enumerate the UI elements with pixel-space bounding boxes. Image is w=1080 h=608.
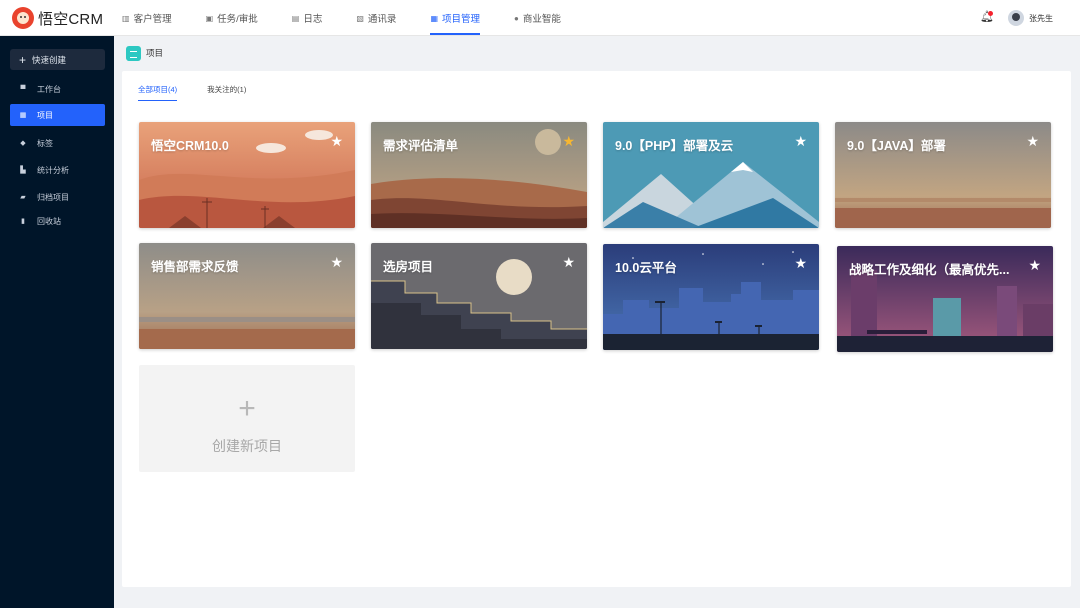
chart-icon: ▙ bbox=[20, 167, 26, 174]
sidebar-item-workbench[interactable]: ▀ 工作台 bbox=[10, 78, 105, 100]
project-tabs: 全部项目(4) 我关注的(1) bbox=[138, 84, 276, 102]
sidebar-item-label: 统计分析 bbox=[37, 165, 69, 175]
star-icon[interactable]: ★ bbox=[1026, 134, 1039, 148]
breadcrumb: 项目 bbox=[126, 45, 163, 61]
nav-item-log[interactable]: ▤ 日志 bbox=[292, 0, 323, 36]
page-title: 项目 bbox=[146, 48, 164, 58]
project-card[interactable]: 9.0【PHP】部署及云 ★ bbox=[603, 122, 819, 228]
nav-label: 商业智能 bbox=[522, 14, 561, 25]
star-icon[interactable]: ★ bbox=[794, 134, 807, 148]
tab-all-projects[interactable]: 全部项目(4) bbox=[138, 84, 178, 101]
contacts-icon: ▧ bbox=[356, 13, 364, 23]
create-project-label: 创建新项目 bbox=[212, 438, 282, 454]
sidebar-item-project[interactable]: ▦ 项目 bbox=[10, 104, 105, 126]
plus-icon: + bbox=[238, 392, 256, 425]
log-icon: ▤ bbox=[291, 13, 300, 23]
nav-label: 任务/审批 bbox=[217, 14, 258, 25]
sidebar-item-tag[interactable]: ◆ 标签 bbox=[10, 132, 105, 154]
nav-item-contacts[interactable]: ▧ 通讯录 bbox=[356, 0, 396, 36]
star-icon[interactable]: ★ bbox=[1028, 258, 1041, 272]
bi-icon: ● bbox=[514, 13, 519, 23]
project-icon bbox=[126, 45, 141, 61]
sidebar-item-trash[interactable]: ▮ 回收站 bbox=[10, 210, 105, 232]
nav-item-bi[interactable]: ● 商业智能 bbox=[514, 0, 561, 36]
project-title: 悟空CRM10.0 bbox=[151, 139, 229, 153]
sidebar-item-label: 项目 bbox=[37, 110, 53, 120]
quick-create-button[interactable]: + 快速创建 bbox=[10, 49, 105, 70]
nav-label: 通讯录 bbox=[367, 14, 397, 25]
project-card[interactable]: 悟空CRM10.0 ★ bbox=[139, 122, 355, 228]
star-icon[interactable]: ★ bbox=[330, 134, 343, 148]
nav-label: 日志 bbox=[303, 14, 323, 25]
tag-icon: ◆ bbox=[20, 140, 26, 147]
star-icon[interactable]: ★ bbox=[330, 255, 343, 269]
plus-icon: + bbox=[19, 52, 27, 67]
main-nav: ▥ 客户管理 ▣ 任务/审批 ▤ 日志 ▧ 通讯录 ▦ 项目管理 ● 商业智能 bbox=[122, 0, 595, 36]
nav-item-customer[interactable]: ▥ 客户管理 bbox=[122, 0, 172, 36]
project-title: 销售部需求反馈 bbox=[151, 260, 239, 274]
nav-item-project[interactable]: ▦ 项目管理 bbox=[430, 0, 480, 36]
create-project-card[interactable]: + 创建新项目 bbox=[139, 365, 355, 472]
project-icon: ▦ bbox=[19, 112, 27, 119]
project-title: 需求评估清单 bbox=[383, 139, 459, 153]
project-card[interactable]: 选房项目 ★ bbox=[371, 243, 587, 349]
project-title: 9.0【JAVA】部署 bbox=[847, 139, 946, 153]
star-icon[interactable]: ★ bbox=[794, 256, 807, 270]
archive-icon: ▰ bbox=[20, 194, 26, 201]
sidebar-item-label: 归档项目 bbox=[37, 192, 69, 202]
nav-item-task[interactable]: ▣ 任务/审批 bbox=[206, 0, 258, 36]
project-title: 战略工作及细化（最高优先... bbox=[849, 263, 1010, 277]
building-icon: ▥ bbox=[122, 13, 130, 23]
project-icon: ▦ bbox=[430, 13, 438, 23]
sidebar-item-label: 工作台 bbox=[37, 84, 61, 94]
project-title: 9.0【PHP】部署及云 bbox=[615, 139, 734, 153]
project-title: 10.0云平台 bbox=[615, 261, 677, 275]
star-icon[interactable]: ★ bbox=[562, 134, 575, 148]
star-icon[interactable]: ★ bbox=[562, 255, 575, 269]
project-card[interactable]: 9.0【JAVA】部署 ★ bbox=[835, 122, 1051, 228]
trash-icon: ▮ bbox=[21, 218, 25, 225]
project-card[interactable]: 战略工作及细化（最高优先... ★ bbox=[837, 246, 1053, 352]
app-logo[interactable]: 悟空CRM bbox=[12, 7, 103, 29]
project-card[interactable]: 10.0云平台 ★ bbox=[603, 244, 819, 350]
monkey-logo-icon bbox=[12, 7, 34, 29]
monitor-icon: ▀ bbox=[20, 85, 26, 93]
briefcase-icon: ▣ bbox=[205, 13, 214, 23]
project-card[interactable]: 需求评估清单 ★ bbox=[371, 122, 587, 228]
notification-dot bbox=[988, 11, 993, 16]
project-card[interactable]: 销售部需求反馈 ★ bbox=[139, 243, 355, 349]
nav-label: 项目管理 bbox=[442, 14, 481, 25]
user-name[interactable]: 张先生 bbox=[1029, 13, 1053, 24]
top-bar: 悟空CRM ▥ 客户管理 ▣ 任务/审批 ▤ 日志 ▧ 通讯录 ▦ 项目管理 ● 商业智能 … bbox=[0, 0, 1080, 36]
tab-followed[interactable]: 我关注的(1) bbox=[207, 84, 246, 101]
quick-create-label: 快速创建 bbox=[32, 54, 67, 65]
sidebar-item-archive[interactable]: ▰ 归档项目 bbox=[10, 186, 105, 208]
sidebar-item-label: 回收站 bbox=[37, 216, 61, 226]
nav-label: 客户管理 bbox=[133, 14, 172, 25]
logo-text: 悟空CRM bbox=[38, 10, 104, 28]
sidebar: + 快速创建 ▀ 工作台 ▦ 项目 ◆ 标签 ▙ 统计分析 ▰ 归档项目 ▮ 回收站 bbox=[0, 36, 114, 608]
project-title: 选房项目 bbox=[383, 260, 434, 274]
sidebar-item-label: 标签 bbox=[37, 138, 53, 148]
sidebar-item-statistics[interactable]: ▙ 统计分析 bbox=[10, 159, 105, 181]
avatar[interactable] bbox=[1008, 10, 1024, 26]
